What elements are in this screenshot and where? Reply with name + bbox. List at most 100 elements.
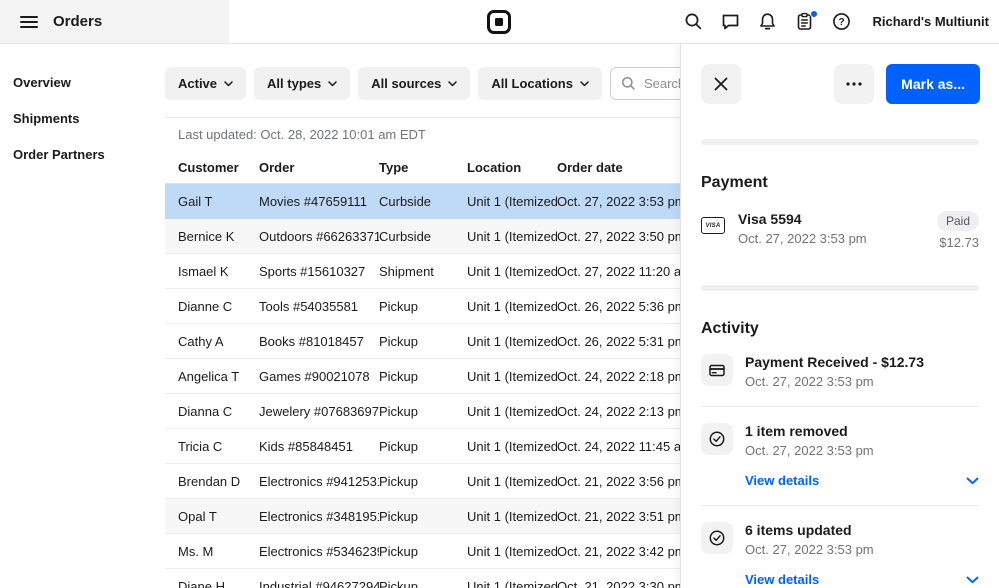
activity-date: Oct. 27, 2022 3:53 pm: [745, 443, 979, 458]
cell-type: Shipment: [379, 264, 467, 279]
activity-title: Payment Received - $12.73: [745, 354, 979, 370]
more-actions-button[interactable]: [834, 64, 874, 104]
cell-customer: Ismael K: [178, 264, 259, 279]
cell-type: Pickup: [379, 544, 467, 559]
orders-app: Orders ? Richard's Multiunit: [0, 0, 999, 588]
cell-location: Unit 1 (Itemized): [467, 439, 557, 454]
square-logo-icon[interactable]: [485, 8, 513, 36]
activity-divider: [701, 406, 979, 407]
source-filter[interactable]: All sources: [358, 67, 470, 100]
payment-heading: Payment: [701, 174, 979, 192]
help-icon[interactable]: ?: [832, 12, 852, 32]
view-details-row[interactable]: View details: [745, 572, 979, 587]
filter-chip-label: All Locations: [491, 76, 573, 91]
menu-icon[interactable]: [20, 16, 38, 28]
type-filter[interactable]: All types: [254, 67, 350, 100]
cell-customer: Brendan D: [178, 474, 259, 489]
activity-divider: [701, 505, 979, 506]
payment-method-name: Visa 5594: [738, 211, 937, 227]
topbar: Orders ? Richard's Multiunit: [0, 0, 999, 44]
search-icon[interactable]: [684, 12, 704, 32]
cell-type: Curbside: [379, 229, 467, 244]
chevron-down-icon[interactable]: [966, 477, 979, 485]
panel-header: Mark as...: [681, 44, 999, 104]
filter-chip-label: Active: [178, 76, 217, 91]
cell-order: Books #81018457: [259, 334, 379, 349]
filter-chip-label: All types: [267, 76, 321, 91]
cell-order: Jewelery #07683697: [259, 404, 379, 419]
close-icon: [714, 77, 728, 91]
sidebar-item-label: Overview: [13, 75, 71, 90]
cell-type: Pickup: [379, 509, 467, 524]
payment-status-amount: Paid $12.73: [937, 211, 979, 250]
activity-title: 1 item removed: [745, 423, 979, 439]
column-header-order: Order: [259, 160, 379, 175]
cell-order: Outdoors #66263371: [259, 229, 379, 244]
cell-customer: Bernice K: [178, 229, 259, 244]
cell-customer: Dianna C: [178, 404, 259, 419]
status-filter[interactable]: Active: [165, 67, 246, 100]
cell-type: Pickup: [379, 404, 467, 419]
activity-item: Payment Received - $12.73 Oct. 27, 2022 …: [701, 354, 979, 389]
cell-customer: Ms. M: [178, 544, 259, 559]
column-header-location: Location: [467, 160, 557, 175]
notifications-bell-icon[interactable]: [758, 12, 778, 32]
sidebar-item-label: Shipments: [13, 111, 79, 126]
activity-title: 6 items updated: [745, 522, 979, 538]
activity-list: Payment Received - $12.73 Oct. 27, 2022 …: [681, 354, 999, 588]
cell-type: Pickup: [379, 474, 467, 489]
filter-chips: Active All types All sources All: [165, 67, 602, 100]
cell-location: Unit 1 (Itemized): [467, 369, 557, 384]
notification-dot: [810, 10, 818, 18]
svg-text:?: ?: [838, 17, 844, 28]
view-details-link[interactable]: View details: [745, 473, 819, 488]
cell-order: Movies #47659111: [259, 194, 379, 209]
cell-customer: Cathy A: [178, 334, 259, 349]
view-details-link[interactable]: View details: [745, 572, 819, 587]
sidebar-item-order-partners[interactable]: Order Partners: [0, 136, 165, 172]
sidebar-item-overview[interactable]: Overview: [0, 64, 165, 100]
payment-method-info: Visa 5594 Oct. 27, 2022 3:53 pm: [738, 211, 937, 246]
cell-location: Unit 1 (Itemized): [467, 509, 557, 524]
cell-location: Unit 1 (Itemized): [467, 229, 557, 244]
cell-location: Unit 1 (Itemized): [467, 194, 557, 209]
order-detail-panel: Mark as... Payment VISA Visa 5594 Oct. 2…: [680, 44, 999, 588]
orders-clipboard-icon[interactable]: [795, 12, 815, 32]
sidebar-item-shipments[interactable]: Shipments: [0, 100, 165, 136]
cell-order: Kids #85848451: [259, 439, 379, 454]
cell-customer: Diane H: [178, 579, 259, 588]
messages-icon[interactable]: [721, 12, 741, 32]
chevron-down-icon[interactable]: [966, 576, 979, 584]
search-icon: [621, 76, 636, 91]
view-details-row[interactable]: View details: [745, 473, 979, 488]
activity-item: 6 items updated Oct. 27, 2022 3:53 pm Vi…: [701, 522, 979, 587]
mark-as-button[interactable]: Mark as...: [886, 64, 980, 104]
cell-type: Pickup: [379, 439, 467, 454]
payment-method-row: VISA Visa 5594 Oct. 27, 2022 3:53 pm Pai…: [701, 211, 979, 250]
cell-order: Electronics #3481951: [259, 509, 379, 524]
cell-location: Unit 1 (Itemized): [467, 299, 557, 314]
location-filter[interactable]: All Locations: [478, 67, 602, 100]
column-header-customer: Customer: [178, 160, 259, 175]
cell-customer: Angelica T: [178, 369, 259, 384]
activity-body: Payment Received - $12.73 Oct. 27, 2022 …: [745, 354, 979, 389]
close-button[interactable]: [701, 64, 741, 104]
cell-customer: Dianne C: [178, 299, 259, 314]
activity-entry: 6 items updated Oct. 27, 2022 3:53 pm Vi…: [681, 522, 999, 588]
activity-body: 6 items updated Oct. 27, 2022 3:53 pm Vi…: [745, 522, 979, 587]
cell-type: Pickup: [379, 334, 467, 349]
cell-type: Curbside: [379, 194, 467, 209]
credit-card-icon: [709, 364, 725, 377]
activity-entry: 1 item removed Oct. 27, 2022 3:53 pm Vie…: [681, 423, 999, 506]
cell-order: Electronics #5346239: [259, 544, 379, 559]
cell-type: Pickup: [379, 369, 467, 384]
cell-customer: Opal T: [178, 509, 259, 524]
activity-icon-tile: [701, 423, 733, 455]
cell-customer: Tricia C: [178, 439, 259, 454]
panel-header-actions: Mark as...: [834, 64, 980, 104]
merchant-account-button[interactable]: Richard's Multiunit: [873, 14, 989, 29]
payment-date: Oct. 27, 2022 3:53 pm: [738, 231, 937, 246]
cell-order: Games #90021078: [259, 369, 379, 384]
cell-customer: Gail T: [178, 194, 259, 209]
chevron-down-icon: [580, 81, 589, 87]
